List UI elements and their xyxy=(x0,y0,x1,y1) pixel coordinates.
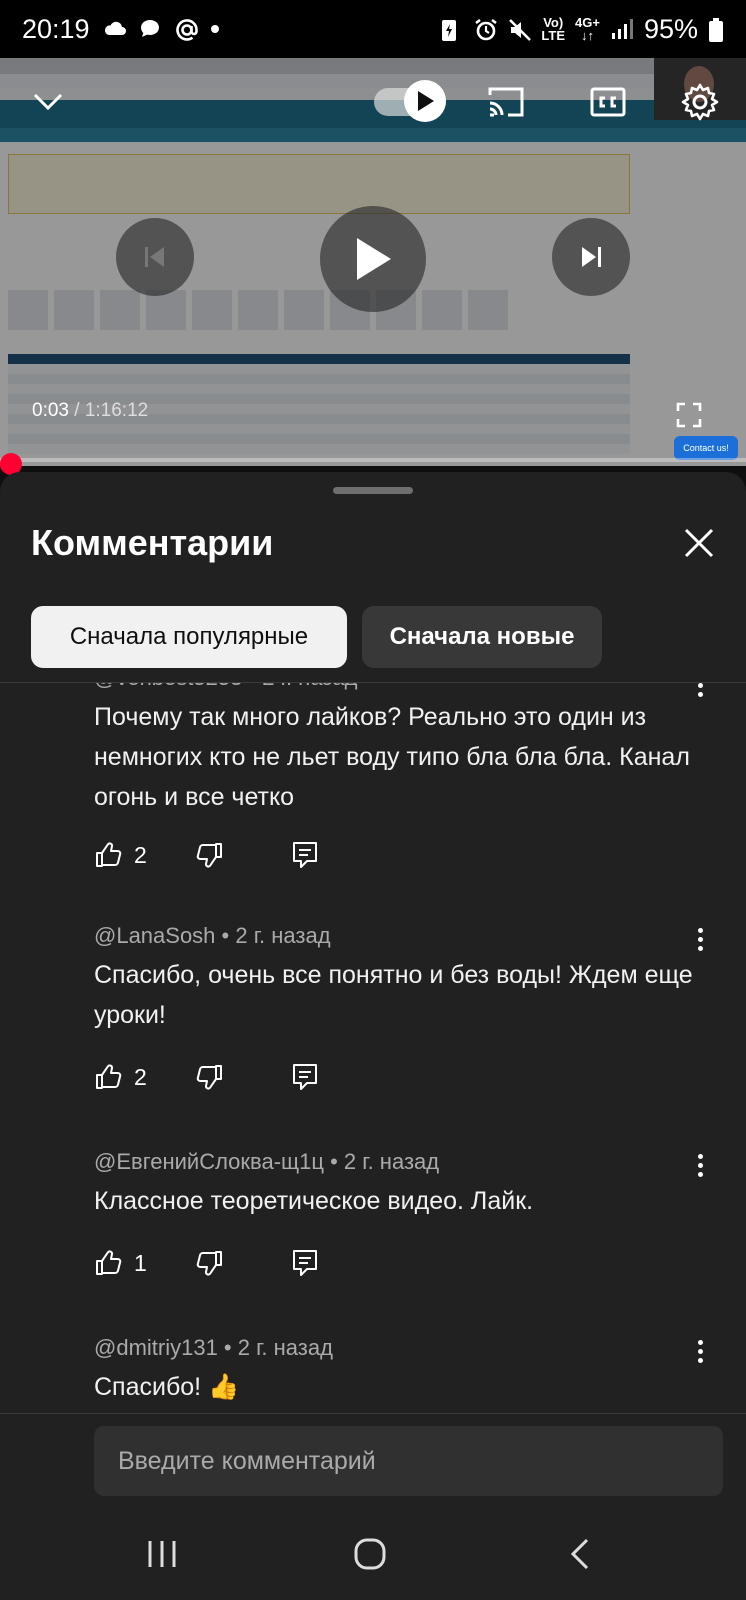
network-type-indicator: 4G+ ↓↑ xyxy=(575,15,600,43)
dislike-button[interactable] xyxy=(196,841,224,869)
comment-text: Почему так много лайков? Реально это оди… xyxy=(94,703,690,811)
reply-icon xyxy=(293,1250,317,1276)
alarm-icon xyxy=(473,17,498,41)
minimize-player-button[interactable] xyxy=(28,82,68,122)
recent-apps-button[interactable] xyxy=(132,1530,192,1578)
fullscreen-icon xyxy=(676,402,702,428)
system-navigation-bar xyxy=(0,1500,746,1600)
progress-bar[interactable] xyxy=(0,458,746,462)
play-icon xyxy=(418,91,434,111)
reply-icon xyxy=(293,842,317,868)
like-count: 2 xyxy=(134,1063,147,1090)
battery-icon xyxy=(708,17,724,42)
reply-button[interactable] xyxy=(292,841,318,869)
like-button[interactable]: 2 xyxy=(94,1063,174,1091)
comments-sheet: Комментарии Сначала популярные Сначала н… xyxy=(0,472,746,1600)
current-time: 0:03 xyxy=(32,400,69,421)
like-count: 2 xyxy=(134,841,147,868)
close-icon xyxy=(684,528,714,558)
thumbs-up-icon xyxy=(96,1250,122,1275)
reply-icon xyxy=(293,1064,317,1090)
thumbs-down-icon xyxy=(196,1251,222,1276)
close-button[interactable] xyxy=(676,520,722,566)
autoplay-knob[interactable] xyxy=(404,80,446,122)
like-button[interactable]: 1 xyxy=(94,1249,174,1277)
skip-previous-icon xyxy=(145,247,164,267)
comment-text: Классное теоретическое видео. Лайк. xyxy=(94,1187,534,1215)
back-button[interactable] xyxy=(550,1530,610,1578)
comment-meta[interactable]: @LanaSosh • 2 г. назад xyxy=(94,923,331,949)
signal-icon xyxy=(610,17,634,41)
comment-meta[interactable]: @venbest5253 • 2 г. назад xyxy=(94,683,357,691)
cast-button[interactable] xyxy=(484,82,528,122)
divider xyxy=(0,1413,746,1414)
comments-list[interactable]: @venbest5253 • 2 г. назад Почему так мно… xyxy=(0,683,746,1413)
sort-top-chip[interactable]: Сначала популярные xyxy=(31,606,347,668)
duration: 1:16:12 xyxy=(84,400,149,421)
cloud-icon xyxy=(102,17,126,41)
comment-more-button[interactable] xyxy=(688,1145,712,1185)
comment-input[interactable]: Введите комментарий xyxy=(94,1426,723,1496)
status-time: 20:19 xyxy=(22,13,90,44)
recent-apps-icon xyxy=(148,1541,176,1567)
thumbs-down-icon xyxy=(196,1065,222,1090)
chevron-down-icon xyxy=(33,93,63,111)
notification-dot-icon xyxy=(210,17,220,41)
next-video-button[interactable] xyxy=(552,218,630,296)
video-player[interactable]: 0:03 / 1:16:12 Contact us! xyxy=(0,58,746,466)
mute-icon xyxy=(507,17,532,41)
comment-meta[interactable]: @dmitriy131 • 2 г. назад xyxy=(94,1335,333,1361)
comment-actions: 2 xyxy=(94,1057,318,1097)
message-bubble-icon xyxy=(138,17,162,41)
dislike-button[interactable] xyxy=(196,1063,224,1091)
fullscreen-button[interactable] xyxy=(672,398,706,432)
comment-meta[interactable]: @ЕвгенийСлоква-щ1ц • 2 г. назад xyxy=(94,1149,439,1175)
dislike-button[interactable] xyxy=(196,1249,224,1277)
thumbs-up-icon xyxy=(96,1064,122,1089)
cast-icon xyxy=(488,87,524,117)
skip-next-icon xyxy=(582,247,601,267)
comment-actions: 2 xyxy=(94,835,318,875)
play-icon xyxy=(357,238,391,280)
contact-us-button: Contact us! xyxy=(674,436,738,460)
back-icon xyxy=(570,1538,589,1570)
comment-text: Спасибо, очень все понятно и без воды! Ж… xyxy=(94,961,693,1029)
volte-indicator: Vo) LTE xyxy=(541,15,566,43)
battery-saver-icon xyxy=(439,17,463,41)
captions-button[interactable] xyxy=(588,82,628,122)
status-bar: 20:19 Vo) LTE 4G+ ↓↑ 95% xyxy=(0,0,746,58)
reply-button[interactable] xyxy=(292,1063,318,1091)
like-button[interactable]: 2 xyxy=(94,841,174,869)
battery-percent: 95% xyxy=(643,13,698,44)
time-display: 0:03 / 1:16:12 xyxy=(32,400,149,421)
thumbs-down-icon xyxy=(196,843,222,868)
comment-more-button[interactable] xyxy=(688,919,712,959)
gear-icon xyxy=(681,83,719,121)
comment-more-button[interactable] xyxy=(688,1331,712,1371)
comment-text: Спасибо! 👍 xyxy=(94,1373,240,1401)
comments-title: Комментарии xyxy=(31,522,274,563)
cc-icon xyxy=(590,87,626,117)
previous-video-button[interactable] xyxy=(116,218,194,296)
settings-button[interactable] xyxy=(678,80,722,124)
comment-actions: 1 xyxy=(94,1243,318,1283)
like-count: 1 xyxy=(134,1249,147,1276)
home-button[interactable] xyxy=(340,1530,400,1578)
home-icon xyxy=(354,1538,386,1570)
play-pause-button[interactable] xyxy=(320,206,426,312)
sort-newest-chip[interactable]: Сначала новые xyxy=(362,606,602,668)
at-sign-icon xyxy=(174,17,198,41)
thumbs-up-icon xyxy=(96,842,122,867)
drag-handle[interactable] xyxy=(333,487,413,494)
reply-button[interactable] xyxy=(292,1249,318,1277)
